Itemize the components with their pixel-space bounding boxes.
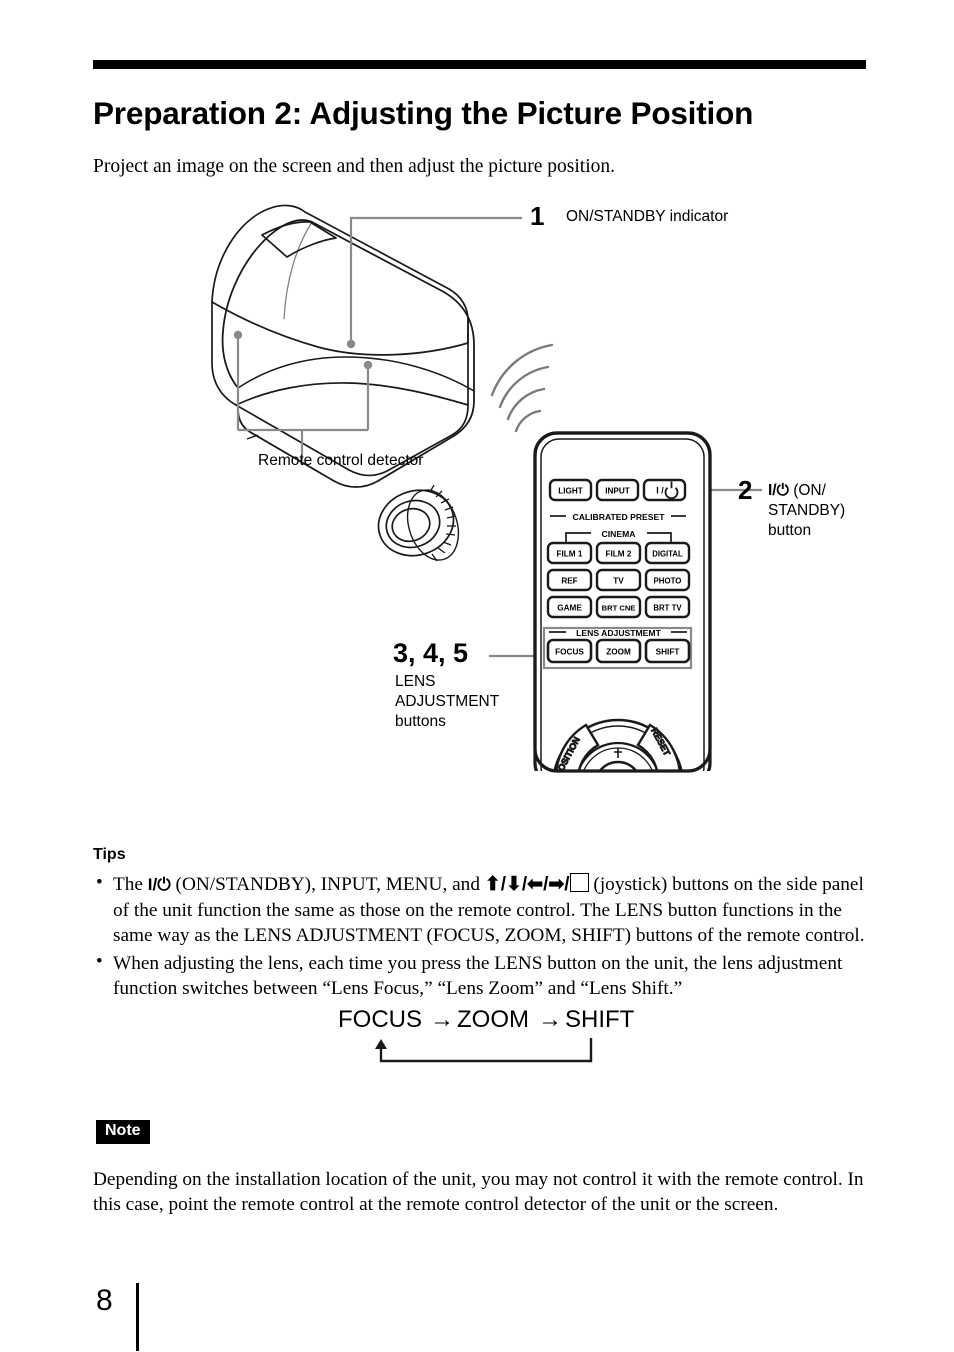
remote-button-digital-label: DIGITAL [652, 550, 683, 559]
joystick-square-icon [569, 873, 589, 892]
tips-list: • The I/⏻ (ON/STANDBY), INPUT, MENU, and … [93, 872, 866, 1004]
remote-cinema-label: CINEMA [602, 529, 636, 539]
note-badge: Note [96, 1120, 150, 1144]
callout-lens-line1: LENS [395, 673, 436, 690]
tip-item-2: • When adjusting the lens, each time you … [93, 951, 866, 1001]
callout-power-line2: STANDBY) [768, 501, 846, 519]
projector-lens [377, 484, 460, 562]
power-standby-glyph-inline: ⏻ [776, 482, 789, 499]
callout-number-345: 3, 4, 5 [393, 638, 469, 668]
tip1-part2: (ON/STANDBY), INPUT, MENU, and [170, 874, 485, 895]
intro-paragraph: Project an image on the screen and then … [93, 155, 616, 177]
remote-button-tv-label: TV [613, 577, 624, 586]
callout-power-prefix: I/ [768, 482, 777, 499]
flow-loopback-arrow [375, 1038, 593, 1063]
remote-button-light-label: LIGHT [558, 487, 583, 496]
remote-top-row: LIGHT INPUT I / [548, 478, 687, 502]
remote-button-focus-label: FOCUS [555, 648, 584, 657]
projector-vent-mark [246, 434, 259, 440]
tip2-text: When adjusting the lens, each time you p… [113, 952, 843, 999]
remote-button-zoom-label: ZOOM [606, 648, 631, 657]
title-top-rule [93, 60, 866, 69]
remote-button-photo-label: PHOTO [654, 577, 682, 586]
note-body: Depending on the installation location o… [93, 1169, 864, 1216]
tip-bullet-icon-2: • [96, 950, 103, 972]
callout-power-line3: button [768, 521, 812, 539]
projector-illustration [211, 204, 469, 477]
remote-button-brt-tv-label: BRT TV [653, 604, 682, 613]
remote-control-illustration: LIGHT INPUT I / CALIBRATED PRESET CINEMA… [520, 431, 730, 795]
tip-item-1: • The I/⏻ (ON/STANDBY), INPUT, MENU, and … [93, 872, 866, 948]
lens-adjustment-flow-diagram: FOCUS → ZOOM → SHIFT [330, 1008, 634, 1078]
page-number: 8 [96, 1284, 113, 1317]
callout-lens-line2: ADJUSTMENT [395, 692, 500, 710]
document-page: Preparation 2: Adjusting the Picture Pos… [0, 0, 954, 1352]
callout-power-suffix: (ON/ [788, 482, 826, 499]
remote-button-game-label: GAME [557, 604, 582, 613]
remote-preset-grid: FILM 1 FILM 2 DIGITAL REF TV PHOTO GAME [546, 541, 691, 619]
callout-label-on-standby-indicator: ON/STANDBY indicator [566, 208, 729, 225]
callout-label-power-button: I/⏻ (ON/ STANDBY) button [768, 481, 898, 540]
tip1-arrows: ⬆/⬇/⬅/➡/ [484, 874, 570, 895]
remote-button-film1-label: FILM 1 [557, 550, 583, 559]
remote-button-brt-cne-label: BRT CNE [602, 604, 636, 613]
figure-projector-and-remote: LIGHT INPUT I / CALIBRATED PRESET CINEMA… [0, 185, 954, 795]
remote-button-power [642, 478, 687, 502]
page-title: Preparation 2: Adjusting the Picture Pos… [93, 95, 754, 132]
remote-button-shift-label: SHIFT [656, 648, 680, 657]
footer-vertical-rule [136, 1283, 139, 1351]
remote-button-ref-label: REF [561, 577, 577, 586]
callout-number-2: 2 [738, 475, 753, 505]
tip-bullet-icon: • [96, 872, 103, 893]
remote-button-input-label: INPUT [605, 487, 630, 496]
callout-lens-line3: buttons [395, 712, 446, 730]
remote-lens-adjustment-label: LENS ADJUSTMEMT [576, 628, 661, 638]
remote-button-power-label: I / [656, 486, 664, 496]
figure-bottom-crop [520, 771, 730, 795]
tips-heading: Tips [93, 846, 126, 863]
ir-signal-waves [490, 343, 554, 433]
remote-calibrated-preset-label: CALIBRATED PRESET [573, 512, 666, 522]
callout-label-remote-control-detector: Remote control detector [258, 452, 424, 469]
callout-number-1: 1 [530, 201, 545, 231]
callout-label-lens-adjustment-buttons: LENS ADJUSTMENT buttons [395, 672, 545, 731]
tip1-part1: The [113, 874, 148, 895]
remote-button-film2-label: FILM 2 [606, 550, 632, 559]
tip1-power-glyph: I/⏻ [147, 875, 171, 894]
